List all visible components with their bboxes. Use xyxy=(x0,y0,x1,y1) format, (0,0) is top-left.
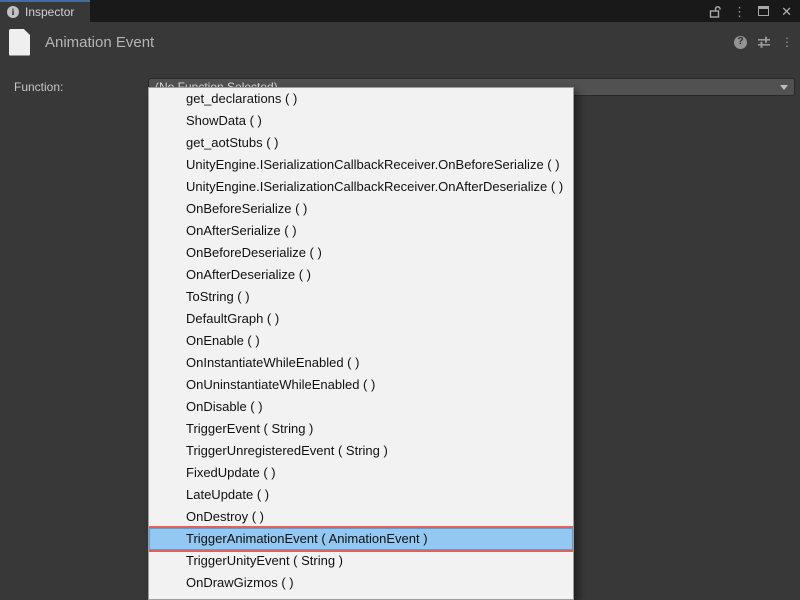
function-option[interactable]: DefaultGraph ( ) xyxy=(149,308,573,330)
function-option[interactable]: OnUninstantiateWhileEnabled ( ) xyxy=(149,374,573,396)
function-option[interactable]: ShowData ( ) xyxy=(149,110,573,132)
unlock-icon[interactable] xyxy=(709,5,721,18)
inspector-header: Animation Event ? ⋮ xyxy=(0,22,800,62)
function-option[interactable]: OnBeforeSerialize ( ) xyxy=(149,198,573,220)
function-option[interactable]: OnDrawGizmos ( ) xyxy=(149,572,573,594)
maximize-icon[interactable] xyxy=(758,6,769,16)
function-option[interactable]: TriggerUnregisteredEvent ( String ) xyxy=(149,440,573,462)
function-option[interactable]: OnDisable ( ) xyxy=(149,396,573,418)
function-option[interactable]: get_declarations ( ) xyxy=(149,88,573,110)
info-icon: i xyxy=(7,6,19,18)
titlebar-menu-kebab-icon[interactable]: ⋮ xyxy=(733,5,746,18)
page-title: Animation Event xyxy=(45,34,154,51)
close-icon[interactable]: ✕ xyxy=(781,5,792,18)
function-option[interactable]: UnityEngine.ISerializationCallbackReceiv… xyxy=(149,176,573,198)
function-option[interactable]: TriggerEvent ( String ) xyxy=(149,418,573,440)
tab-inspector[interactable]: i Inspector xyxy=(0,0,90,22)
function-option[interactable]: get_aotStubs ( ) xyxy=(149,132,573,154)
help-icon[interactable]: ? xyxy=(734,36,747,49)
function-option[interactable]: OnInstantiateWhileEnabled ( ) xyxy=(149,352,573,374)
function-option-highlighted[interactable]: TriggerAnimationEvent ( AnimationEvent ) xyxy=(149,528,573,550)
tab-inspector-label: Inspector xyxy=(25,5,74,19)
window-titlebar: i Inspector ⋮ ✕ xyxy=(0,0,800,22)
function-option[interactable]: LateUpdate ( ) xyxy=(149,484,573,506)
function-dropdown-list: get_declarations ( )ShowData ( )get_aotS… xyxy=(148,87,574,600)
function-option[interactable]: OnDestroy ( ) xyxy=(149,506,573,528)
header-more-kebab-icon[interactable]: ⋮ xyxy=(781,36,793,48)
titlebar-icons: ⋮ ✕ xyxy=(709,0,800,22)
function-option[interactable]: UnityEngine.ISerializationCallbackReceiv… xyxy=(149,154,573,176)
presets-icon[interactable] xyxy=(757,36,771,48)
document-icon xyxy=(9,29,30,56)
function-option[interactable]: OnAfterDeserialize ( ) xyxy=(149,264,573,286)
header-icons: ? ⋮ xyxy=(734,36,800,49)
function-option[interactable]: OnEnable ( ) xyxy=(149,330,573,352)
function-option[interactable]: OnBeforeDeserialize ( ) xyxy=(149,242,573,264)
chevron-down-icon xyxy=(780,85,788,90)
function-label: Function: xyxy=(14,78,63,96)
function-option[interactable]: ToString ( ) xyxy=(149,286,573,308)
function-option[interactable]: FixedUpdate ( ) xyxy=(149,462,573,484)
function-option[interactable]: TriggerUnityEvent ( String ) xyxy=(149,550,573,572)
function-option[interactable]: OnAfterSerialize ( ) xyxy=(149,220,573,242)
